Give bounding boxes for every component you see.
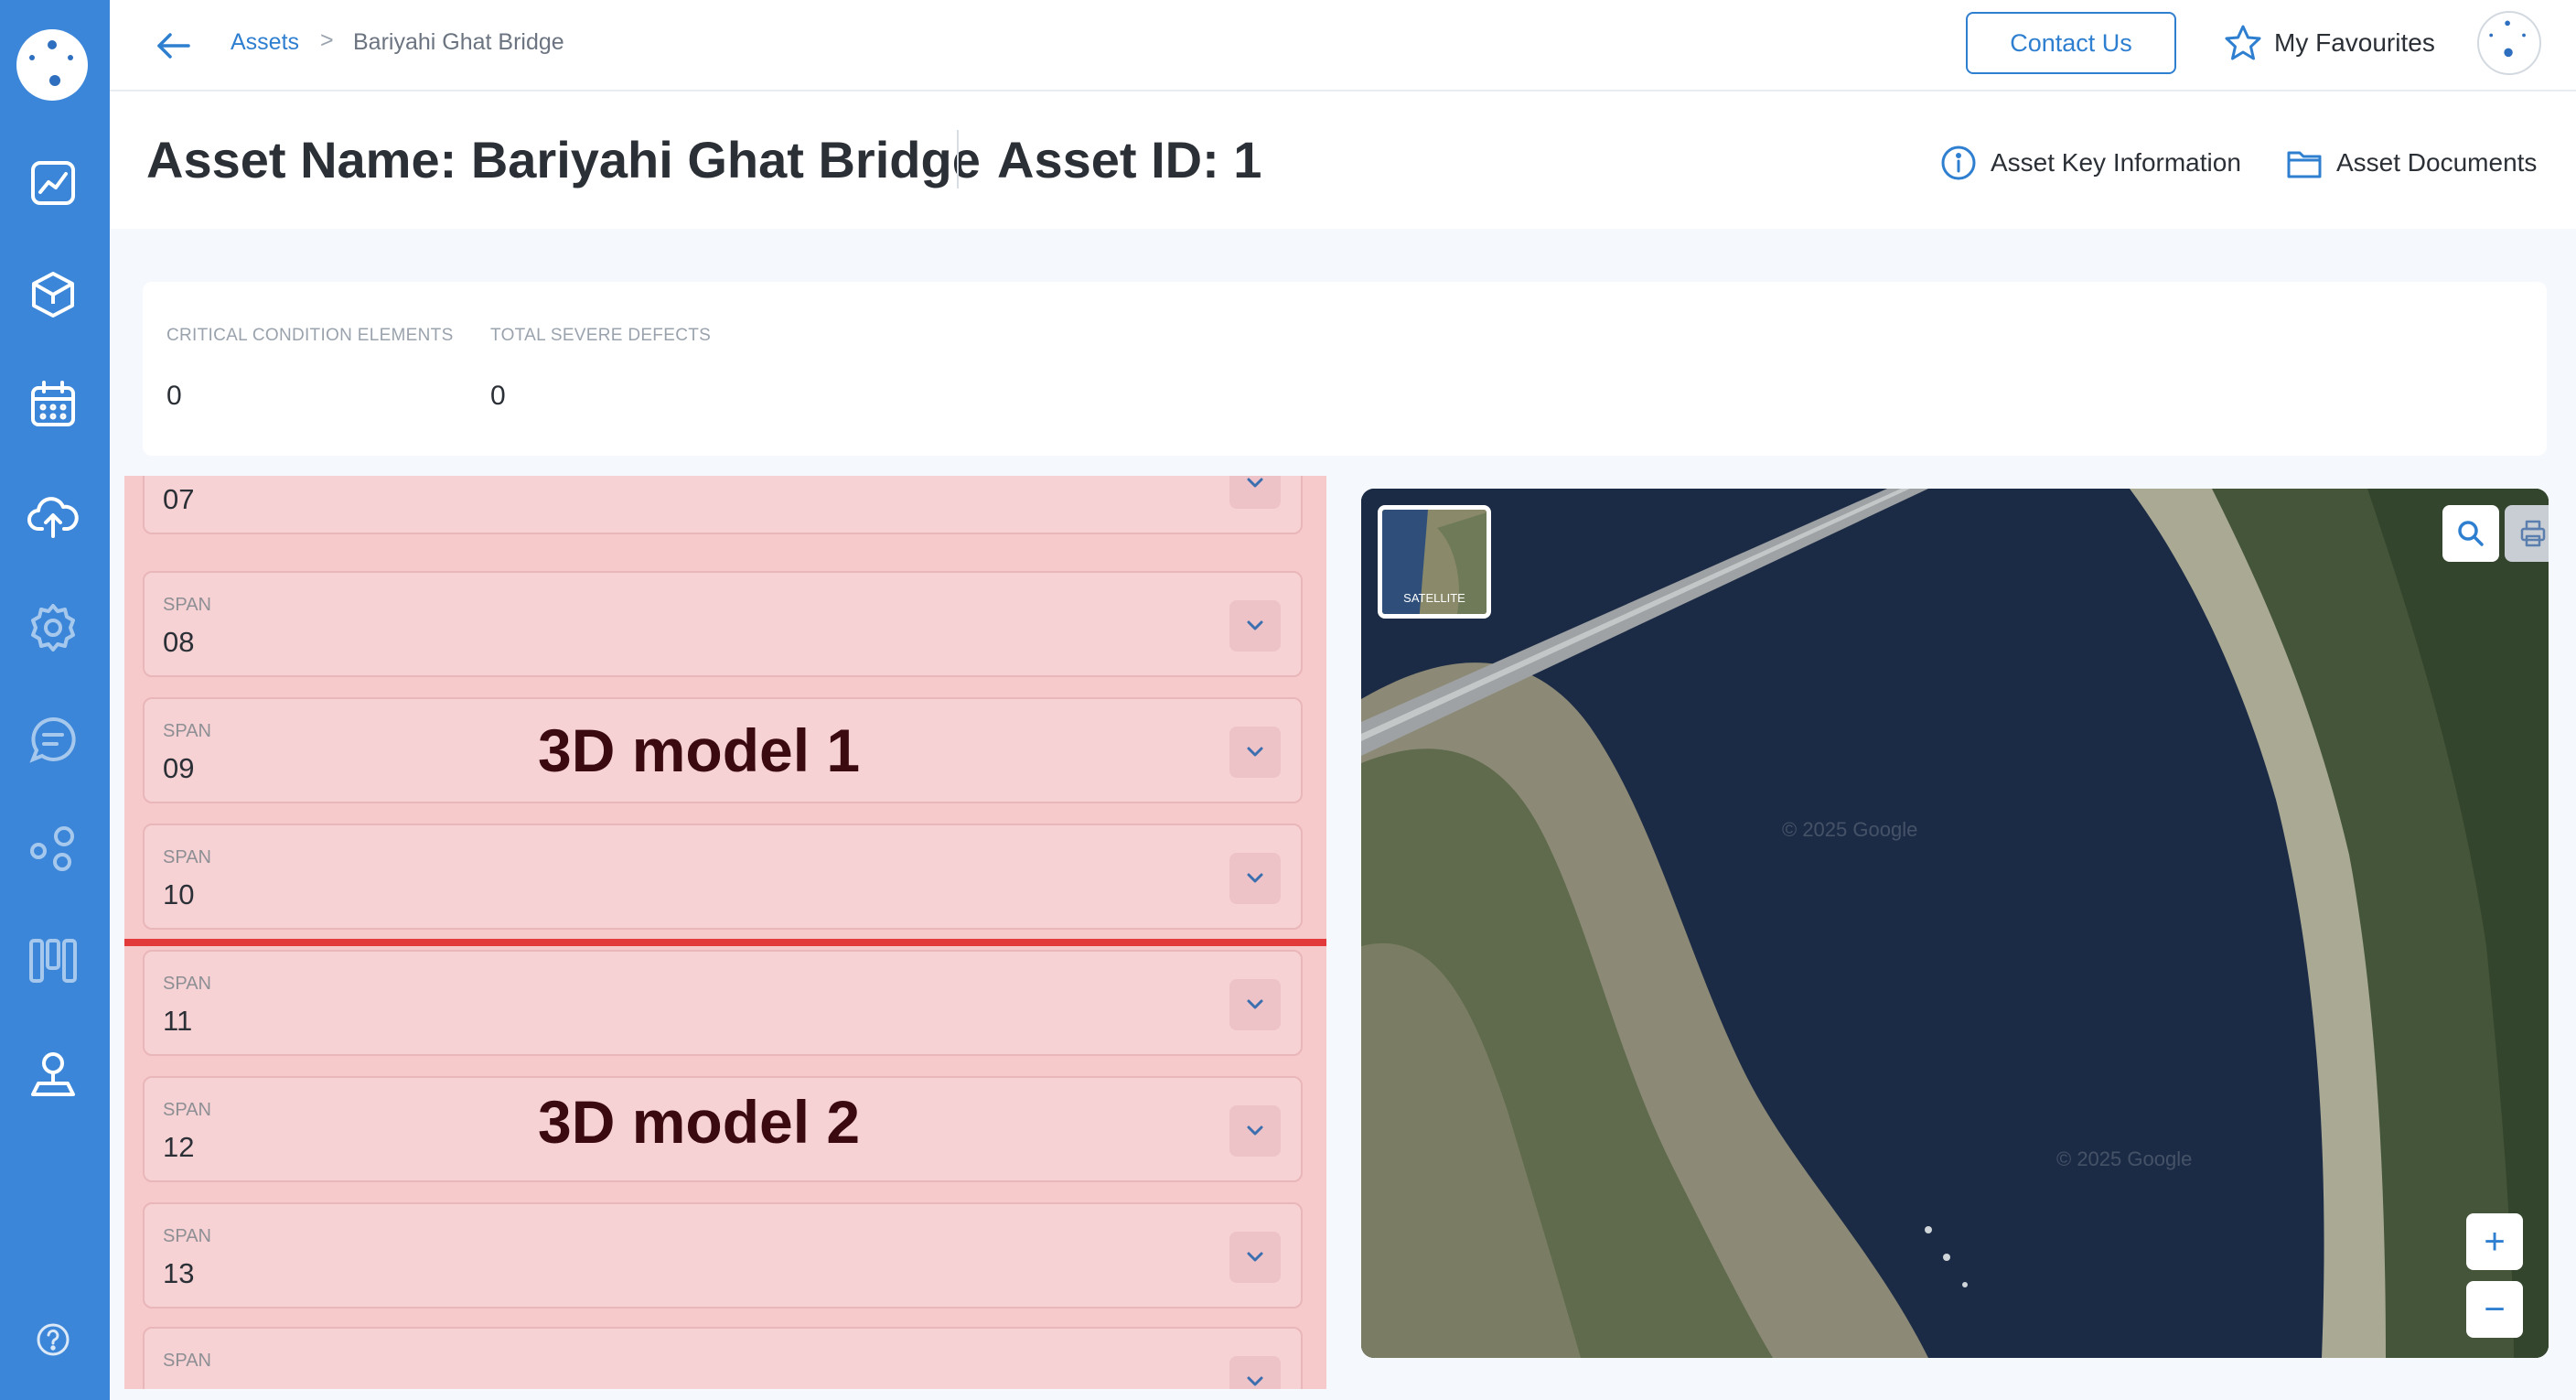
back-arrow-icon[interactable] bbox=[154, 26, 194, 66]
user-pin-icon[interactable] bbox=[26, 1047, 80, 1102]
search-icon bbox=[2458, 521, 2484, 546]
stats-card: CRITICAL CONDITION ELEMENTS 0 TOTAL SEVE… bbox=[143, 282, 2547, 456]
expand-span-button[interactable] bbox=[1229, 1105, 1281, 1157]
chevron-down-icon bbox=[1247, 873, 1263, 883]
span-label: SPAN bbox=[163, 974, 211, 994]
span-card-13[interactable]: SPAN 13 bbox=[143, 1202, 1303, 1308]
sidebar bbox=[0, 0, 110, 1400]
expand-span-button[interactable] bbox=[1229, 853, 1281, 904]
header-divider bbox=[957, 130, 959, 188]
chevron-down-icon bbox=[1247, 747, 1263, 757]
severe-defects-value: 0 bbox=[490, 381, 506, 411]
asset-key-information-label: Asset Key Information bbox=[1991, 148, 2241, 177]
folder-icon bbox=[2287, 151, 2322, 178]
my-favourites-button[interactable]: My Favourites bbox=[2223, 20, 2435, 66]
network-icon[interactable] bbox=[26, 822, 80, 877]
span-label: SPAN bbox=[163, 1100, 211, 1120]
chevron-down-icon bbox=[1247, 999, 1263, 1009]
cloud-upload-icon[interactable] bbox=[26, 489, 80, 544]
span-card-14[interactable]: SPAN bbox=[143, 1327, 1303, 1389]
chat-icon[interactable] bbox=[26, 712, 80, 767]
critical-condition-value: 0 bbox=[166, 381, 182, 411]
span-label: SPAN bbox=[163, 847, 211, 867]
asset-key-information-link[interactable]: Asset Key Information bbox=[1939, 143, 2241, 183]
span-card-07[interactable]: 07 bbox=[143, 476, 1303, 534]
user-avatar[interactable] bbox=[2477, 11, 2541, 75]
span-label: SPAN bbox=[163, 1226, 211, 1246]
span-number: 11 bbox=[163, 1005, 193, 1037]
star-icon bbox=[2225, 25, 2261, 60]
model-2-overlay-label: 3D model 2 bbox=[538, 1088, 861, 1156]
info-icon bbox=[1941, 145, 1976, 180]
model-1-overlay-label: 3D model 1 bbox=[538, 716, 861, 784]
contact-us-button[interactable]: Contact Us bbox=[1966, 12, 2176, 74]
help-icon[interactable] bbox=[35, 1321, 71, 1358]
print-icon bbox=[2520, 520, 2546, 547]
breadcrumb-separator: > bbox=[320, 27, 334, 53]
layer-label: SATELLITE bbox=[1403, 591, 1465, 605]
zoom-out-button[interactable]: − bbox=[2466, 1281, 2523, 1338]
chevron-down-icon bbox=[1247, 1376, 1263, 1386]
expand-span-button[interactable] bbox=[1229, 1232, 1281, 1283]
breadcrumb-current: Bariyahi Ghat Bridge bbox=[353, 29, 564, 55]
cube-icon[interactable] bbox=[26, 267, 80, 322]
expand-span-button[interactable] bbox=[1229, 1356, 1281, 1389]
zoom-in-button[interactable]: + bbox=[2466, 1213, 2523, 1270]
span-label: SPAN bbox=[163, 1351, 211, 1371]
asset-id-title: Asset ID: 1 bbox=[997, 131, 1262, 188]
expand-span-button[interactable] bbox=[1229, 476, 1281, 509]
breadcrumb-assets-link[interactable]: Assets bbox=[231, 29, 299, 56]
span-label: SPAN bbox=[163, 721, 211, 741]
span-number: 07 bbox=[163, 483, 195, 515]
chevron-down-icon bbox=[1247, 620, 1263, 630]
columns-icon[interactable] bbox=[26, 933, 80, 988]
span-number: 13 bbox=[163, 1257, 195, 1289]
span-number: 10 bbox=[163, 878, 195, 910]
severe-defects-label: TOTAL SEVERE DEFECTS bbox=[490, 326, 712, 345]
calendar-icon[interactable] bbox=[26, 377, 80, 432]
chevron-down-icon bbox=[1247, 1252, 1263, 1262]
zoom-in-icon: + bbox=[2484, 1222, 2506, 1262]
span-number: 08 bbox=[163, 626, 195, 658]
expand-span-button[interactable] bbox=[1229, 727, 1281, 778]
map-watermark: © 2025 Google bbox=[1782, 818, 1918, 841]
map-layer-toggle[interactable]: SATELLITE bbox=[1378, 505, 1491, 619]
app-logo[interactable] bbox=[16, 29, 88, 101]
span-number: 12 bbox=[163, 1131, 195, 1163]
asset-header: Asset Name: Bariyahi Ghat Bridge Asset I… bbox=[110, 92, 2576, 229]
chevron-down-icon bbox=[1247, 478, 1263, 488]
expand-span-button[interactable] bbox=[1229, 600, 1281, 652]
map-print-button[interactable] bbox=[2505, 505, 2549, 562]
satellite-map[interactable]: © 2025 Google © 2025 Google SATELLITE + … bbox=[1361, 489, 2549, 1358]
span-number: 09 bbox=[163, 752, 195, 784]
critical-condition-label: CRITICAL CONDITION ELEMENTS bbox=[166, 326, 454, 345]
model-divider-line bbox=[124, 939, 1326, 946]
my-favourites-label: My Favourites bbox=[2274, 28, 2435, 57]
dashboard-chart-icon[interactable] bbox=[26, 156, 80, 210]
satellite-imagery bbox=[1361, 489, 2549, 1358]
settings-icon[interactable] bbox=[26, 600, 80, 655]
zoom-out-icon: − bbox=[2484, 1289, 2506, 1330]
span-card-10[interactable]: SPAN 10 bbox=[143, 824, 1303, 930]
asset-documents-label: Asset Documents bbox=[2336, 148, 2538, 177]
span-card-11[interactable]: SPAN 11 bbox=[143, 950, 1303, 1056]
asset-documents-link[interactable]: Asset Documents bbox=[2285, 143, 2537, 183]
span-card-08[interactable]: SPAN 08 bbox=[143, 571, 1303, 677]
spans-list-panel: 07 SPAN 08 SPAN 09 SPAN 10 SPAN 11 SPAN … bbox=[124, 476, 1326, 1389]
expand-span-button[interactable] bbox=[1229, 979, 1281, 1030]
chevron-down-icon bbox=[1247, 1125, 1263, 1136]
span-label: SPAN bbox=[163, 595, 211, 615]
map-search-button[interactable] bbox=[2442, 505, 2499, 562]
map-watermark: © 2025 Google bbox=[2056, 1147, 2193, 1170]
asset-name-title: Asset Name: Bariyahi Ghat Bridge bbox=[146, 131, 981, 188]
top-bar: Assets > Bariyahi Ghat Bridge Contact Us… bbox=[110, 0, 2576, 92]
